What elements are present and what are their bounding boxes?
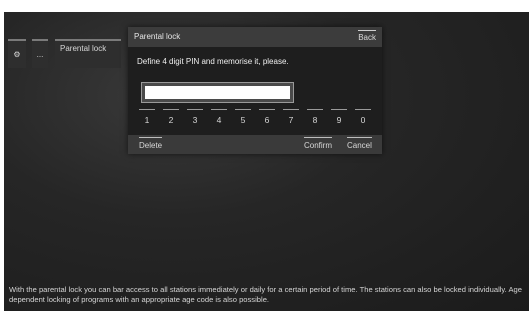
dialog-footer: Delete Confirm Cancel — [128, 135, 382, 154]
digit-key-8[interactable]: 8 — [307, 109, 323, 125]
settings-tile[interactable]: ⚙ — [8, 39, 26, 68]
parental-lock-tile-label: Parental lock — [60, 44, 107, 53]
cancel-button[interactable]: Cancel — [347, 137, 372, 150]
digit-key-1[interactable]: 1 — [139, 109, 155, 125]
digit-key-5[interactable]: 5 — [235, 109, 251, 125]
digit-key-3[interactable]: 3 — [187, 109, 203, 125]
digit-key-6[interactable]: 6 — [259, 109, 275, 125]
pin-input-frame — [141, 82, 294, 103]
parental-lock-tile[interactable]: Parental lock — [55, 39, 121, 68]
digit-key-4[interactable]: 4 — [211, 109, 227, 125]
help-text: With the parental lock you can bar acces… — [9, 285, 522, 304]
parental-lock-dialog: Parental lock Back Define 4 digit PIN an… — [128, 27, 382, 154]
back-button[interactable]: Back — [358, 30, 376, 42]
delete-button[interactable]: Delete — [139, 137, 163, 150]
confirm-button[interactable]: Confirm — [304, 137, 333, 150]
dialog-header: Parental lock Back — [128, 27, 382, 47]
digit-key-9[interactable]: 9 — [331, 109, 347, 125]
digit-key-0[interactable]: 0 — [355, 109, 371, 125]
digit-key-7[interactable]: 7 — [283, 109, 299, 125]
tv-screen: ⚙ ... Parental lock Parental lock Back D… — [4, 12, 529, 311]
digit-key-2[interactable]: 2 — [163, 109, 179, 125]
pin-input[interactable] — [145, 86, 290, 99]
gear-icon: ⚙ — [13, 50, 21, 59]
more-tile[interactable]: ... — [32, 39, 48, 68]
pin-prompt: Define 4 digit PIN and memorise it, plea… — [137, 57, 289, 66]
more-label: ... — [36, 50, 44, 59]
dialog-title: Parental lock — [134, 32, 181, 41]
